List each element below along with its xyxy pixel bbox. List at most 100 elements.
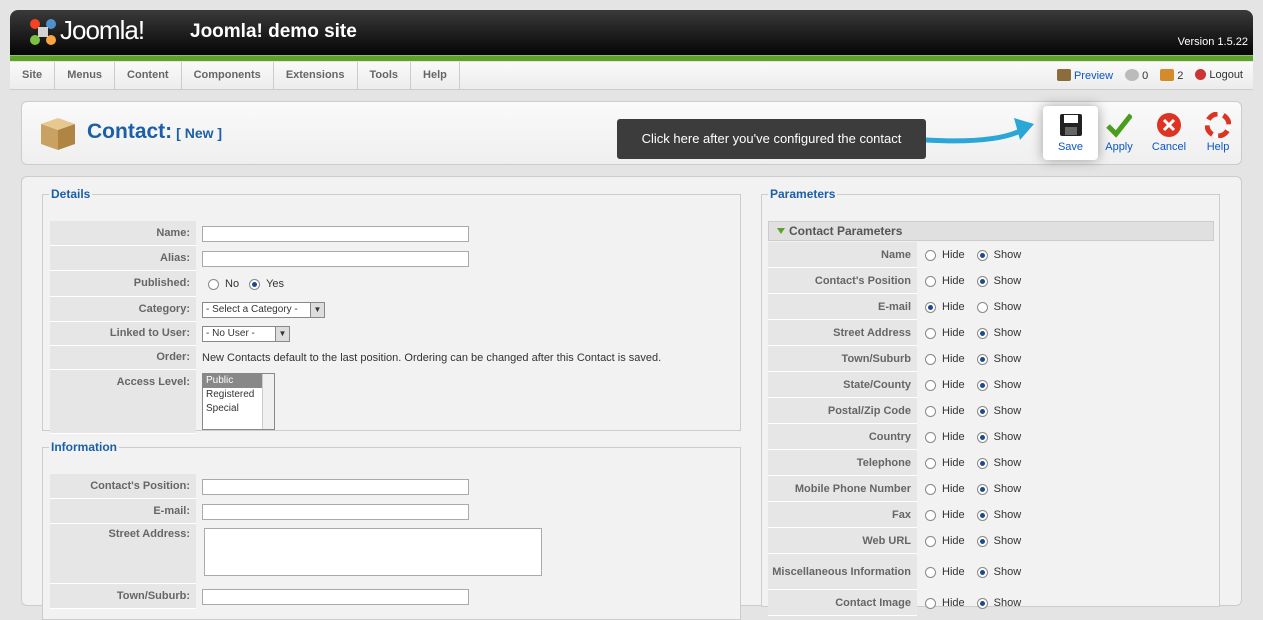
param-show-radio[interactable] <box>976 566 988 578</box>
name-input[interactable] <box>202 225 469 242</box>
linked-user-select[interactable]: - No User - ▼ <box>202 326 290 342</box>
users-count[interactable]: 2 <box>1160 69 1183 82</box>
param-hide-label: Hide <box>942 509 965 521</box>
param-hide-radio[interactable] <box>925 483 936 495</box>
apply-icon <box>1106 113 1132 138</box>
contact-parameters-header[interactable]: Contact Parameters <box>768 221 1214 241</box>
param-label: Mobile Phone Number <box>768 476 917 502</box>
apply-button[interactable]: Apply <box>1094 106 1144 160</box>
header-divider <box>10 55 1253 61</box>
param-show-radio[interactable] <box>976 275 988 287</box>
param-row: Country Hide Show <box>768 424 1214 450</box>
alias-input[interactable] <box>202 250 469 267</box>
category-select[interactable]: - Select a Category - ▼ <box>202 301 325 318</box>
param-row: Contact Image Hide Show <box>768 590 1214 616</box>
email-input[interactable] <box>202 503 469 520</box>
street-textarea[interactable] <box>204 528 542 576</box>
param-row: Town/Suburb Hide Show <box>768 346 1214 372</box>
param-row: Mobile Phone Number Hide Show <box>768 476 1214 502</box>
param-show-label: Show <box>993 457 1022 469</box>
param-hide-radio[interactable] <box>925 327 936 339</box>
param-hide-radio[interactable] <box>925 249 936 261</box>
param-show-radio[interactable] <box>976 597 988 609</box>
param-show-label: Show <box>993 301 1022 313</box>
town-input[interactable] <box>202 588 469 605</box>
param-label: State/County <box>768 372 917 398</box>
help-button[interactable]: Help <box>1193 106 1243 160</box>
contact-box-icon <box>41 118 75 150</box>
param-show-radio[interactable] <box>976 457 988 469</box>
param-hide-label: Hide <box>942 353 965 365</box>
param-hide-radio[interactable] <box>925 301 936 313</box>
param-hide-radio[interactable] <box>925 457 936 469</box>
param-label: Telephone <box>768 450 917 476</box>
joomla-logo-text: Joomla! <box>60 15 145 45</box>
position-input[interactable] <box>202 478 469 495</box>
param-show-radio[interactable] <box>976 535 988 547</box>
listbox-scrollbar[interactable] <box>262 374 274 429</box>
param-show-label: Show <box>993 249 1022 261</box>
param-show-radio[interactable] <box>976 483 988 495</box>
param-label: Contact's Position <box>768 268 917 294</box>
messages-count[interactable]: 0 <box>1125 69 1148 82</box>
alias-row: Alias: <box>50 246 469 271</box>
param-hide-radio[interactable] <box>925 431 936 443</box>
logout-link[interactable]: Logout <box>1195 69 1243 82</box>
email-label: E-mail: <box>50 499 196 524</box>
param-hide-label: Hide <box>942 301 965 313</box>
parameters-legend: Parameters <box>770 187 836 201</box>
param-hide-radio[interactable] <box>925 597 936 609</box>
param-hide-radio[interactable] <box>925 353 936 365</box>
published-row: Published: No Yes <box>50 271 284 297</box>
menu-content[interactable]: Content <box>115 62 182 90</box>
menu-bar: Site Menus Content Components Extensions… <box>10 62 1253 90</box>
category-row: Category: - Select a Category - ▼ <box>50 297 325 322</box>
param-show-radio[interactable] <box>976 327 988 339</box>
menu-extensions[interactable]: Extensions <box>274 62 358 90</box>
preview-link[interactable]: Preview <box>1056 69 1113 82</box>
param-hide-label: Hide <box>942 535 965 547</box>
param-show-radio[interactable] <box>976 405 988 417</box>
town-row: Town/Suburb: <box>50 584 469 609</box>
param-show-label: Show <box>993 483 1022 495</box>
param-show-radio[interactable] <box>976 353 988 365</box>
published-yes-radio[interactable] <box>249 278 261 290</box>
save-button[interactable]: Save <box>1043 106 1098 160</box>
menu-help[interactable]: Help <box>411 62 460 90</box>
param-hide-radio[interactable] <box>925 379 936 391</box>
order-text: New Contacts default to the last positio… <box>202 352 662 364</box>
param-label: Town/Suburb <box>768 346 917 372</box>
param-hide-radio[interactable] <box>925 566 936 578</box>
name-row: Name: <box>50 221 469 246</box>
param-hide-radio[interactable] <box>925 405 936 417</box>
param-show-label: Show <box>993 327 1022 339</box>
param-show-radio[interactable] <box>976 249 988 261</box>
param-show-radio[interactable] <box>976 431 988 443</box>
logout-icon <box>1195 69 1207 80</box>
menu-components[interactable]: Components <box>182 62 274 90</box>
published-no-radio[interactable] <box>208 278 219 290</box>
category-label: Category: <box>50 297 196 322</box>
param-hide-radio[interactable] <box>925 535 936 547</box>
param-show-radio[interactable] <box>976 509 988 521</box>
param-hide-radio[interactable] <box>925 509 936 521</box>
param-row: Name Hide Show <box>768 242 1214 268</box>
param-show-radio[interactable] <box>976 301 988 313</box>
param-label: Postal/Zip Code <box>768 398 917 424</box>
access-row: Access Level: Public Registered Special <box>50 370 275 434</box>
param-hide-radio[interactable] <box>925 275 936 287</box>
cancel-button[interactable]: Cancel <box>1144 106 1194 160</box>
param-hide-label: Hide <box>942 275 965 287</box>
cancel-icon <box>1157 113 1181 137</box>
access-level-listbox[interactable]: Public Registered Special <box>202 373 275 430</box>
menu-site[interactable]: Site <box>10 62 56 90</box>
param-show-radio[interactable] <box>976 379 988 391</box>
param-hide-label: Hide <box>942 483 965 495</box>
param-show-label: Show <box>993 431 1022 443</box>
access-label: Access Level: <box>50 370 196 434</box>
users-icon <box>1160 69 1175 81</box>
param-show-label: Show <box>993 405 1022 417</box>
menu-menus[interactable]: Menus <box>55 62 116 90</box>
param-label: Country <box>768 424 917 450</box>
menu-tools[interactable]: Tools <box>358 62 412 90</box>
